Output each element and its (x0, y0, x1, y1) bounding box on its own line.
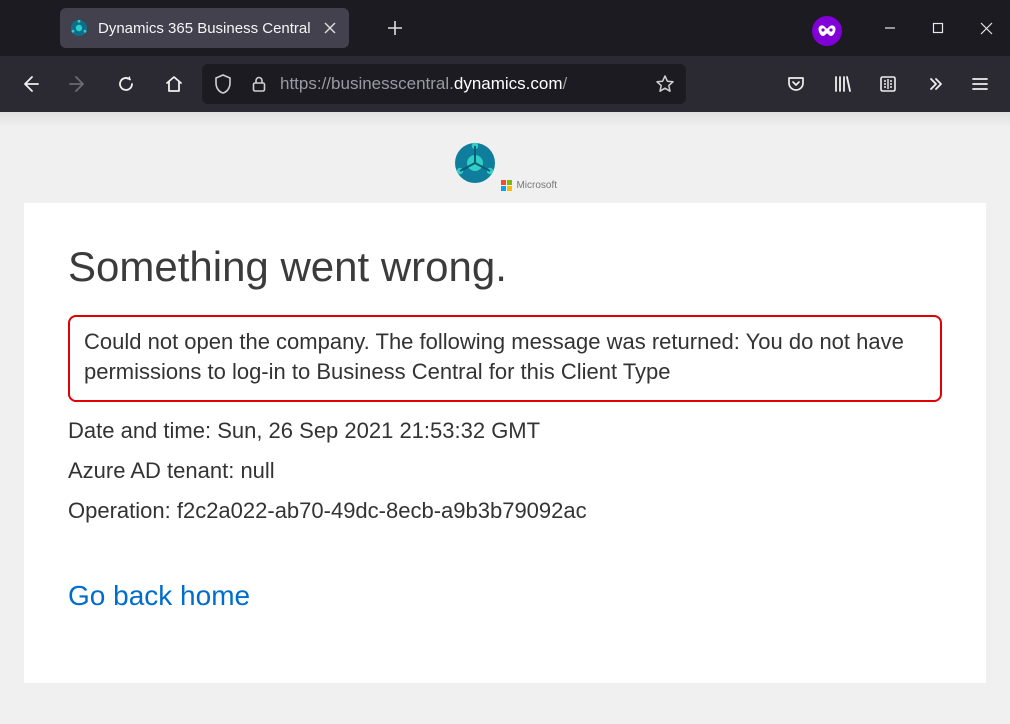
brand-header: Microsoft (0, 127, 1010, 197)
operation-label: Operation: (68, 498, 177, 523)
microsoft-logo-text: Microsoft (516, 180, 557, 191)
tab-close-icon[interactable] (321, 19, 339, 37)
datetime-label: Date and time: (68, 418, 217, 443)
page-content: Microsoft Something went wrong. Could no… (0, 127, 1010, 683)
pocket-icon[interactable] (776, 64, 816, 104)
url-protocol: https:// (280, 74, 331, 93)
window-maximize-button[interactable] (914, 8, 962, 48)
library-icon[interactable] (822, 64, 862, 104)
tab-favicon (70, 19, 88, 37)
window-close-button[interactable] (962, 8, 1010, 48)
lock-icon[interactable] (244, 69, 274, 99)
back-button[interactable] (10, 64, 50, 104)
url-subdomain: businesscentral. (331, 74, 454, 93)
operation-value: f2c2a022-ab70-49dc-8ecb-a9b3b79092ac (177, 498, 587, 523)
toolbar-shadow (0, 112, 1010, 127)
home-button[interactable] (154, 64, 194, 104)
tenant-row: Azure AD tenant: null (68, 458, 942, 484)
tenant-label: Azure AD tenant: (68, 458, 240, 483)
url-text[interactable]: https://businesscentral.dynamics.com/ (280, 74, 644, 94)
datetime-value: Sun, 26 Sep 2021 21:53:32 GMT (217, 418, 540, 443)
address-bar[interactable]: https://businesscentral.dynamics.com/ (202, 64, 686, 104)
private-browsing-icon (812, 16, 842, 46)
reader-view-icon[interactable] (868, 64, 908, 104)
overflow-icon[interactable] (914, 64, 954, 104)
tenant-value: null (240, 458, 274, 483)
business-central-logo-icon (453, 141, 497, 185)
error-card: Something went wrong. Could not open the… (24, 203, 986, 683)
operation-row: Operation: f2c2a022-ab70-49dc-8ecb-a9b3b… (68, 498, 942, 524)
microsoft-logo-icon (501, 180, 512, 191)
error-message: Could not open the company. The followin… (84, 327, 926, 386)
tab-title: Dynamics 365 Business Central (98, 20, 311, 37)
toolbar-right (776, 64, 1000, 104)
datetime-row: Date and time: Sun, 26 Sep 2021 21:53:32… (68, 418, 942, 444)
browser-tab[interactable]: Dynamics 365 Business Central (60, 8, 349, 48)
new-tab-button[interactable] (379, 12, 411, 44)
shield-icon[interactable] (208, 69, 238, 99)
go-home-link[interactable]: Go back home (68, 580, 250, 612)
forward-button[interactable] (58, 64, 98, 104)
page-title: Something went wrong. (68, 243, 942, 291)
window-minimize-button[interactable] (866, 8, 914, 48)
error-highlight-box: Could not open the company. The followin… (68, 315, 942, 402)
window-titlebar: Dynamics 365 Business Central (0, 0, 1010, 56)
tab-strip: Dynamics 365 Business Central (0, 0, 411, 48)
titlebar-right (812, 0, 1010, 56)
microsoft-logo: Microsoft (501, 180, 557, 191)
url-domain: dynamics.com (454, 74, 563, 93)
reload-button[interactable] (106, 64, 146, 104)
app-menu-icon[interactable] (960, 64, 1000, 104)
browser-toolbar: https://businesscentral.dynamics.com/ (0, 56, 1010, 112)
url-path: / (563, 74, 568, 93)
bookmark-star-icon[interactable] (650, 69, 680, 99)
